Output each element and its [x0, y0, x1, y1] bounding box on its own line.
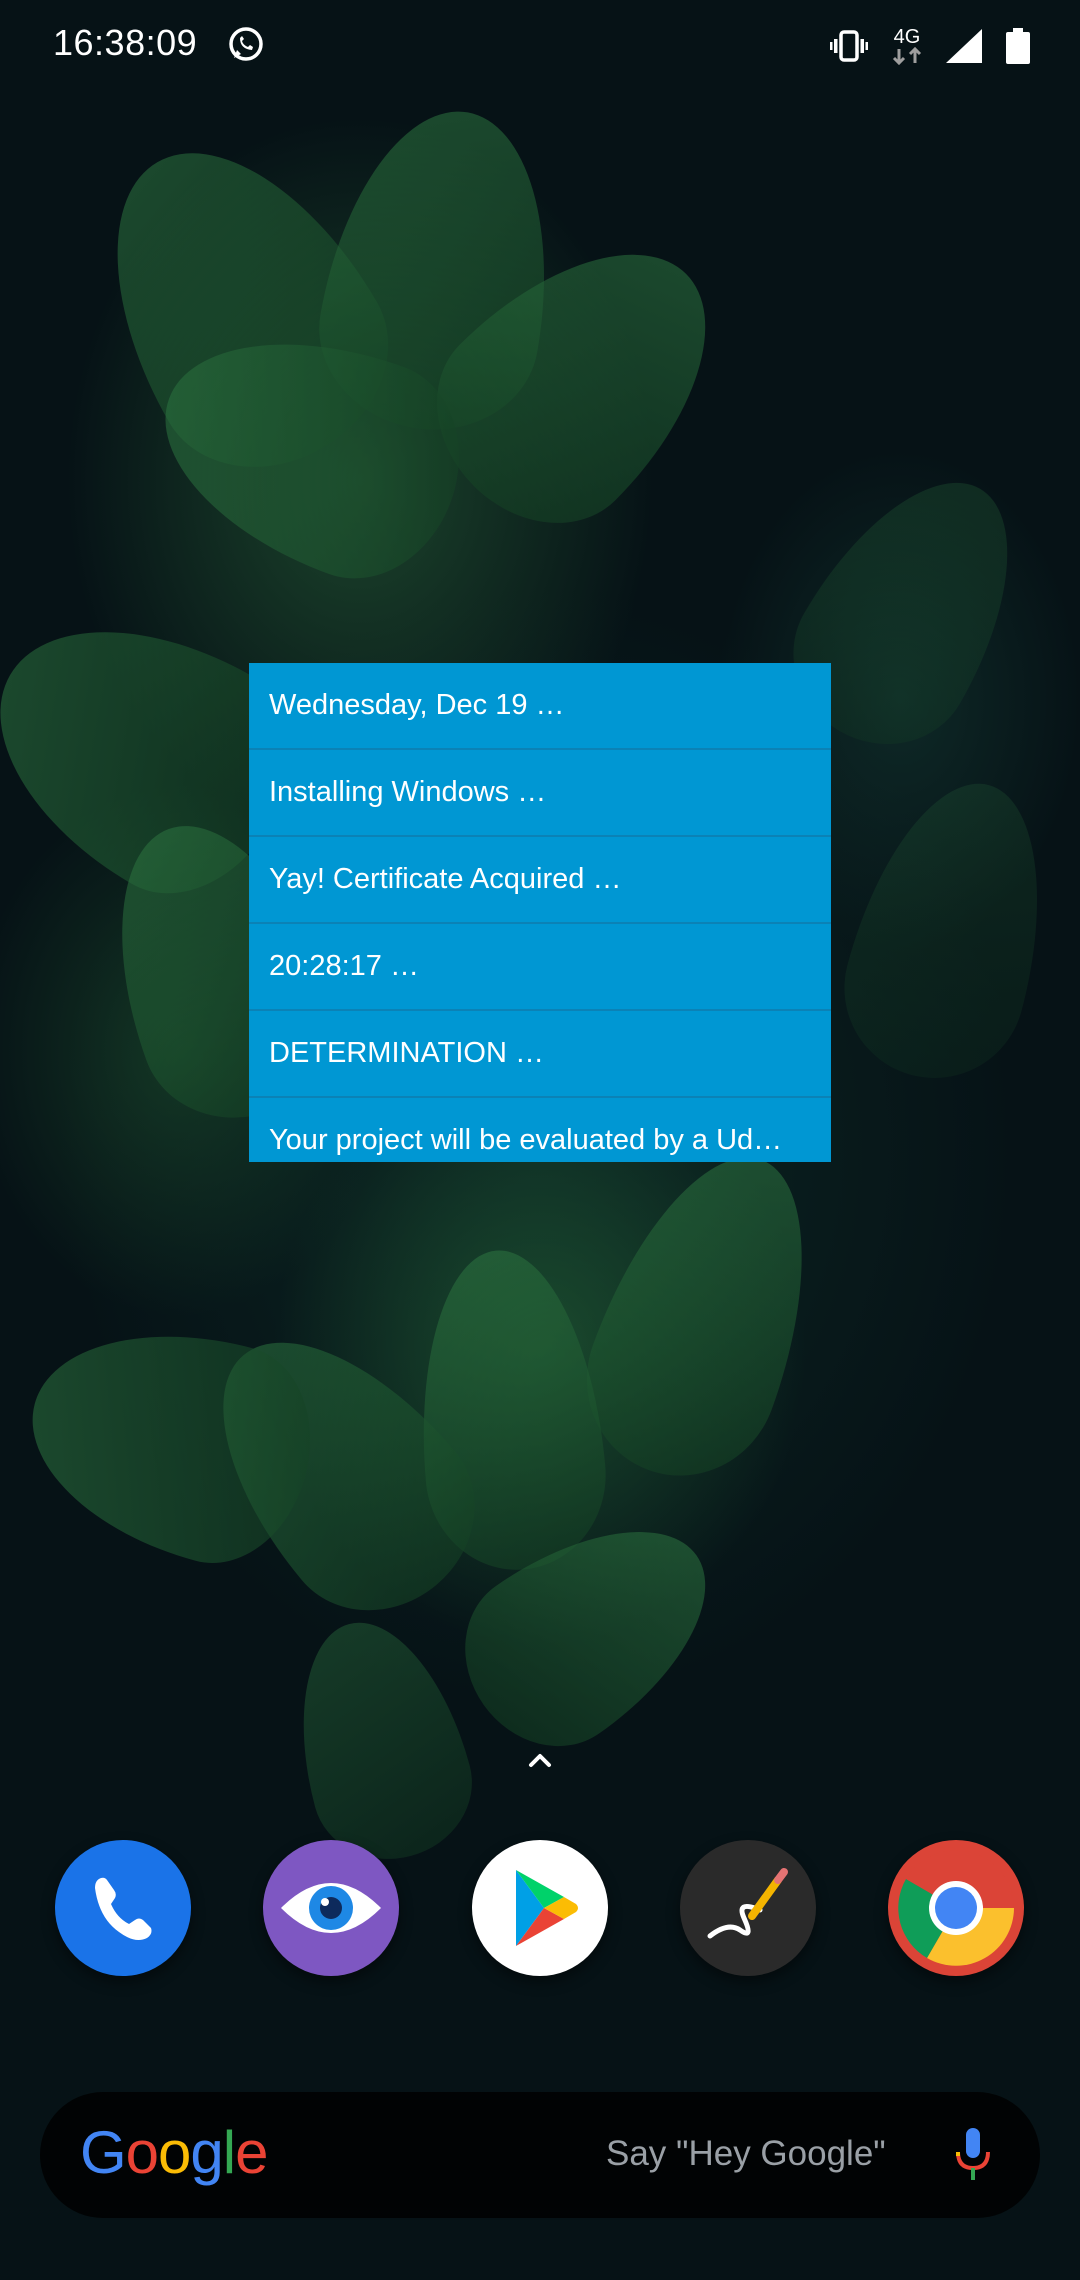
vibrate-icon	[830, 30, 868, 62]
eye-app-icon[interactable]	[263, 1840, 399, 1976]
whatsapp-icon	[229, 27, 263, 61]
phone-icon[interactable]	[55, 1840, 191, 1976]
google-logo: Google	[80, 2119, 269, 2186]
google-search-bar[interactable]: Google Say "Hey Google"	[40, 2092, 1040, 2218]
drawing-app-icon[interactable]	[680, 1840, 816, 1976]
app-drawer-chevron-up-icon[interactable]	[520, 1740, 560, 1780]
signal-icon	[946, 29, 982, 63]
widget-list-item[interactable]: Your project will be evaluated by a Ud…	[249, 1098, 831, 1162]
widget-list-item[interactable]: DETERMINATION …	[249, 1011, 831, 1098]
dock	[0, 1840, 1080, 1980]
widget-item-label: Your project will be evaluated by a Ud…	[269, 1124, 783, 1156]
widget-list-item[interactable]: 20:28:17 …	[249, 924, 831, 1011]
status-time: 16:38:09	[53, 22, 198, 63]
search-hint: Say "Hey Google"	[606, 2134, 886, 2173]
widget-item-label: Wednesday, Dec 19 …	[269, 689, 565, 721]
widget-item-label: 20:28:17 …	[269, 950, 419, 982]
widget-list-item[interactable]: Wednesday, Dec 19 …	[249, 663, 831, 750]
4g-data-icon: 4G	[890, 27, 924, 65]
status-icons: 4G	[830, 24, 1030, 68]
status-bar: 16:38:09 4G	[0, 0, 1080, 90]
home-screen: 16:38:09 4G Wednesday, Dec 19 … Installi…	[0, 0, 1080, 2280]
widget-list-item[interactable]: Yay! Certificate Acquired …	[249, 837, 831, 924]
widget-item-label: DETERMINATION …	[269, 1037, 544, 1069]
microphone-icon[interactable]	[940, 2122, 1006, 2188]
network-type-label: 4G	[893, 26, 921, 48]
notes-widget[interactable]: Wednesday, Dec 19 … Installing Windows ……	[249, 663, 831, 1162]
chrome-icon[interactable]	[888, 1840, 1024, 1976]
play-store-icon[interactable]	[472, 1840, 608, 1976]
widget-item-label: Yay! Certificate Acquired …	[269, 863, 622, 895]
widget-list-item[interactable]: Installing Windows …	[249, 750, 831, 837]
widget-item-label: Installing Windows …	[269, 776, 547, 808]
battery-icon	[1006, 28, 1030, 64]
